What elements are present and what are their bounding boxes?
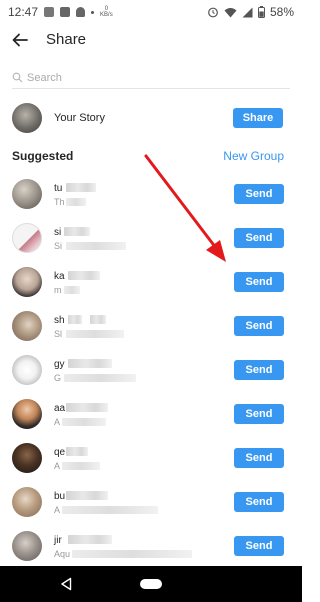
send-button[interactable]: Send xyxy=(234,184,284,204)
contact-avatar xyxy=(12,267,42,297)
contact-row: tu Th Send xyxy=(0,172,302,216)
contact-name: jir xyxy=(54,535,62,546)
redacted-name xyxy=(66,491,108,500)
status-left: 12:47 0 KB/s xyxy=(8,5,113,19)
contact-row: bu A Send xyxy=(0,480,302,524)
redacted-username xyxy=(62,462,100,470)
send-button[interactable]: Send xyxy=(234,492,284,512)
contact-row: gy G Send xyxy=(0,348,302,392)
contact-name: si xyxy=(54,227,62,238)
page-title: Share xyxy=(46,31,87,48)
search-input[interactable] xyxy=(27,71,267,84)
contact-avatar xyxy=(12,487,42,517)
redacted-username xyxy=(62,418,106,426)
redacted-name xyxy=(68,535,112,544)
contact-row: jir Aqu Send xyxy=(0,524,302,568)
image-notification-icon xyxy=(60,7,71,17)
contact-username: Th xyxy=(54,197,65,207)
redacted-name xyxy=(66,403,108,412)
contact-name: sh xyxy=(54,315,65,326)
story-avatar xyxy=(12,103,42,133)
contact-row: qe A Send xyxy=(0,436,302,480)
send-button[interactable]: Send xyxy=(234,360,284,380)
contact-row: aa A Send xyxy=(0,392,302,436)
redacted-name xyxy=(68,271,100,280)
contact-username: A xyxy=(54,461,61,471)
send-button[interactable]: Send xyxy=(234,448,284,468)
new-group-link[interactable]: New Group xyxy=(223,149,284,163)
contact-name: tu xyxy=(54,183,63,194)
redacted-name xyxy=(68,315,82,324)
contact-avatar xyxy=(12,311,42,341)
search-bar[interactable] xyxy=(12,67,290,89)
signal-icon xyxy=(242,7,253,17)
contact-avatar xyxy=(12,179,42,209)
contact-name: aa xyxy=(54,403,66,414)
triangle-back-icon[interactable] xyxy=(60,577,72,591)
send-button[interactable]: Send xyxy=(234,272,284,292)
network-speed: 0 KB/s xyxy=(100,6,113,18)
pill-home-icon[interactable] xyxy=(140,579,162,589)
search-icon xyxy=(12,72,23,83)
system-nav-bar xyxy=(0,566,302,602)
send-button[interactable]: Send xyxy=(234,536,284,556)
top-app-bar: Share xyxy=(0,24,302,58)
contact-avatar xyxy=(12,531,42,561)
redacted-username xyxy=(66,198,86,206)
contact-username: A xyxy=(54,417,61,427)
contact-avatar xyxy=(12,355,42,385)
contact-username: Si xyxy=(54,241,63,251)
redacted-username xyxy=(66,330,124,338)
status-time: 12:47 xyxy=(8,5,39,19)
redacted-username xyxy=(72,550,192,558)
battery-percent: 58% xyxy=(269,5,294,19)
contact-avatar xyxy=(12,443,42,473)
arrow-left-icon[interactable] xyxy=(10,30,30,50)
dot-icon xyxy=(91,10,95,14)
contact-row: sh Sl Send xyxy=(0,304,302,348)
redacted-username xyxy=(62,506,158,514)
send-button[interactable]: Send xyxy=(234,404,284,424)
redacted-username xyxy=(66,242,126,250)
contact-avatar xyxy=(12,399,42,429)
contact-name: qe xyxy=(54,447,66,458)
battery-icon xyxy=(257,6,265,18)
contact-username: G xyxy=(54,373,62,383)
contact-username: A xyxy=(54,505,61,515)
network-speed-unit: KB/s xyxy=(100,12,113,18)
redacted-name xyxy=(66,183,96,192)
contact-username: m xyxy=(54,285,62,295)
your-story-label: Your Story xyxy=(54,112,105,124)
share-to-story-button[interactable]: Share xyxy=(233,108,283,128)
suggested-title: Suggested xyxy=(12,149,74,163)
alarm-icon xyxy=(208,7,218,18)
redacted-name xyxy=(64,227,90,236)
contact-name: gy xyxy=(54,359,65,370)
contact-username: Aqu xyxy=(54,549,71,559)
redacted-username xyxy=(64,286,80,294)
contact-username: Sl xyxy=(54,329,63,339)
your-story-row: Your Story Share xyxy=(12,101,290,135)
contact-name: bu xyxy=(54,491,66,502)
bell-icon xyxy=(76,7,86,17)
redacted-name xyxy=(90,315,106,324)
redacted-name xyxy=(68,359,112,368)
contact-name: ka xyxy=(54,271,65,282)
status-right: 58% xyxy=(207,5,294,19)
redacted-name xyxy=(66,447,88,456)
contact-avatar xyxy=(12,223,42,253)
facebook-notification-icon xyxy=(44,7,55,17)
redacted-username xyxy=(64,374,136,382)
send-button[interactable]: Send xyxy=(234,228,284,248)
send-button[interactable]: Send xyxy=(234,316,284,336)
contact-row: ka m Send xyxy=(0,260,302,304)
status-bar: 12:47 0 KB/s 58% xyxy=(0,0,302,24)
suggested-header: Suggested New Group xyxy=(12,149,290,165)
contact-row: si Si Send xyxy=(0,216,302,260)
wifi-icon xyxy=(224,7,237,17)
